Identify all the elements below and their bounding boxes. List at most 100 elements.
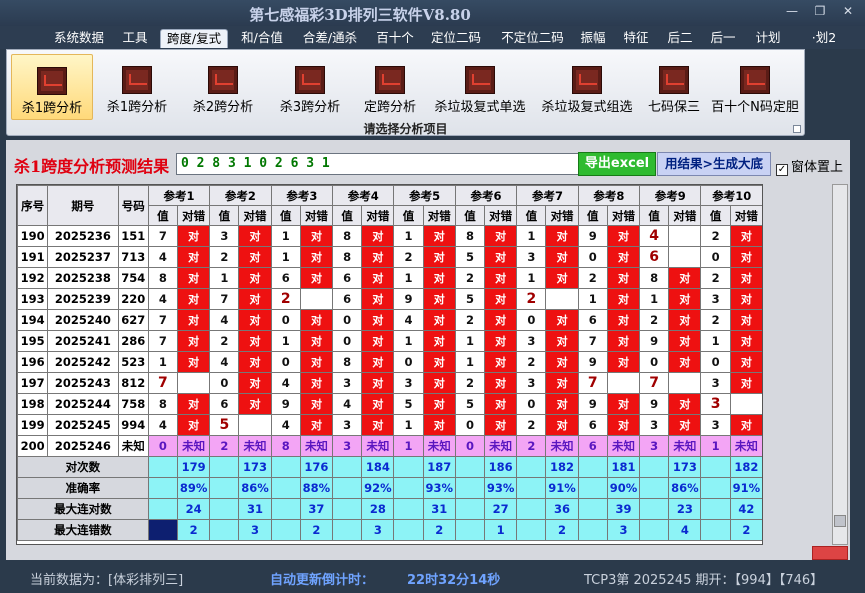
results-grid[interactable]: 序号 期号 号码 参考1 参考2 参考3 参考4 参考5 参考6 参考7 参考8 参考9 参考10 值对错… [16,184,763,545]
restore-button[interactable]: ❐ [806,2,834,20]
stat-value: 179 [177,456,211,478]
table-row[interactable]: 193 2025239 220 4 对 7 对 2 6 对 9 对 5 对 2 1 对 1 对 3 对 [17,288,762,310]
miss-cell [668,225,702,247]
minimize-button[interactable]: — [778,2,806,20]
miss-cell [729,393,762,415]
hit-cell: 对 [545,309,579,331]
seq-cell: 197 [17,372,49,394]
menu-features[interactable]: 特征 [617,29,655,48]
ribbon-kill3-span[interactable]: 杀3跨分析 [268,54,352,120]
export-excel-button[interactable]: 导出excel [578,152,656,176]
value-cell: 0 [332,330,363,352]
stat-value: 3 [361,519,395,541]
table-row[interactable]: 191 2025237 713 4 对 2 对 1 对 8 对 2 对 5 对 3 对 0 对 6 0 对 [17,246,762,268]
table-row[interactable]: 190 2025236 151 7 对 3 对 1 对 8 对 1 对 8 对 1 对 9 对 4 2 对 [17,225,762,247]
ribbon-kill2-span[interactable]: 杀2跨分析 [181,54,265,120]
hit-cell: 对 [545,246,579,268]
col-ref-header[interactable]: 参考3 [270,185,334,206]
vertical-scrollbar[interactable] [832,184,848,545]
hit-cell: 对 [361,351,395,373]
close-button[interactable]: ✕ [834,2,862,20]
col-ref-header[interactable]: 参考1 [147,185,211,206]
menu-plan[interactable]: 计划 [750,29,786,48]
value-cell: 8 [454,225,486,247]
checkbox-box[interactable]: ✓ [776,164,788,176]
value-cell: 3 [639,435,670,457]
menu-nonposition-two[interactable]: 不定位二码 [495,29,570,48]
value-cell: 8 [639,267,670,289]
stat-spacer [639,498,670,520]
menu-last-two[interactable]: 后二 [662,29,698,48]
table-row[interactable]: 192 2025238 754 8 对 1 对 6 对 6 对 1 对 2 对 1 对 2 对 8 对 2 对 [17,267,762,289]
col-ref-header[interactable]: 参考2 [209,185,272,206]
stat-value: 36 [545,498,579,520]
topmost-label: 窗体置上 [791,160,844,175]
table-row[interactable]: 196 2025242 523 1 对 4 对 0 对 8 对 0 对 1 对 2 对 9 对 0 对 0 对 [17,351,762,373]
col-ref-header[interactable]: 参考5 [393,185,456,206]
menu-amplitude[interactable]: 振幅 [575,29,611,48]
ribbon-expand-icon[interactable] [793,125,801,133]
menu-hundreds[interactable]: 百十个 [370,29,420,48]
value-cell: 0 [332,309,363,331]
hit-cell: 对 [729,414,762,436]
col-ref-header[interactable]: 参考6 [454,185,518,206]
period-cell: 2025242 [47,351,119,373]
col-code-header[interactable]: 号码 [117,185,149,226]
value-cell: 1 [393,267,424,289]
value-cell: 4 [209,351,240,373]
col-ref-header[interactable]: 参考10 [700,185,762,206]
menu-last-one[interactable]: 后一 [705,29,741,48]
ribbon-label: 杀垃圾复式组选 [541,100,633,115]
table-row[interactable]: 199 2025245 994 4 对 5 4 对 3 对 1 对 0 对 2 对 6 对 3 对 3 对 [17,414,762,436]
hit-cell: 对 [545,372,579,394]
col-ref-header[interactable]: 参考4 [332,185,395,206]
value-cell: 1 [454,351,486,373]
col-ok-header: 对错 [729,205,762,226]
col-ref-header[interactable]: 参考9 [639,185,702,206]
stat-spacer [454,456,486,478]
col-ok-header: 对错 [177,205,211,226]
menu-span-compound[interactable]: 跨度/复式 [160,29,228,48]
result-field[interactable]: 0 2 8 3 1 0 2 6 3 1 [176,153,580,175]
menu-position-two[interactable]: 定位二码 [425,29,487,48]
ribbon-kill1-span-a[interactable]: 杀1跨分析 [11,54,93,120]
hit-cell: 对 [484,393,518,415]
col-ref-header[interactable]: 参考7 [516,185,579,206]
stat-row: 对次数 179 173 176 184 187 186 182 181 173 182 [17,456,762,478]
stat-spacer [332,519,363,541]
ribbon-trash-group[interactable]: 杀垃圾复式组选 [535,54,639,120]
table-row[interactable]: 198 2025244 758 8 对 6 对 9 对 4 对 5 对 5 对 0 对 9 对 9 对 3 [17,393,762,415]
ribbon-n-code-fixed[interactable]: 百十个N码定胆 [708,54,802,120]
col-seq-header[interactable]: 序号 [17,185,49,226]
chart-icon [465,66,495,94]
value-cell: 4 [270,414,301,436]
scroll-thumb[interactable] [834,515,846,527]
menu-sum[interactable]: 和/合值 [233,29,291,48]
topmost-checkbox[interactable]: ✓ 窗体置上 [776,156,843,176]
code-cell: 994 [117,414,149,436]
value-cell: 0 [577,246,608,268]
value-cell: 1 [516,267,547,289]
stat-value: 28 [361,498,395,520]
col-period-header[interactable]: 期号 [47,185,119,226]
stat-spacer [516,456,547,478]
ribbon-kill1-span-b[interactable]: 杀1跨分析 [96,54,178,120]
pending-row[interactable]: 200 2025246 未知 0 未知 2 未知 8 未知 3 未知 1 未知 0 未知 2 未知 6 未知 3 未知 1… [17,435,762,457]
menu-tools[interactable]: 工具 [115,29,155,48]
table-row[interactable]: 194 2025240 627 7 对 4 对 0 对 0 对 4 对 2 对 0 对 6 对 2 对 2 对 [17,309,762,331]
ribbon-trash-single[interactable]: 杀垃圾复式单选 [428,54,532,120]
ribbon-fixed-span[interactable]: 定跨分析 [355,54,425,120]
table-row[interactable]: 195 2025241 286 7 对 2 对 1 对 0 对 1 对 1 对 3 对 7 对 9 对 1 对 [17,330,762,352]
value-cell: 0 [393,351,424,373]
generate-base-button[interactable]: 用结果>生成大底 [657,152,771,176]
menu-system-data[interactable]: 系统数据 [46,29,112,48]
col-ref-header[interactable]: 参考8 [577,185,641,206]
col-value-header: 值 [209,205,240,226]
stat-spacer [332,456,363,478]
ribbon-seven-keep-three[interactable]: 七码保三 [642,54,706,120]
menu-plan2[interactable]: ·划2 [808,29,840,48]
progress-indicator [812,546,848,560]
table-row[interactable]: 197 2025243 812 7 0 对 4 对 3 对 3 对 2 对 3 对 7 7 3 对 [17,372,762,394]
hit-cell: 对 [668,309,702,331]
menu-diff-kill[interactable]: 合差/通杀 [294,29,366,48]
